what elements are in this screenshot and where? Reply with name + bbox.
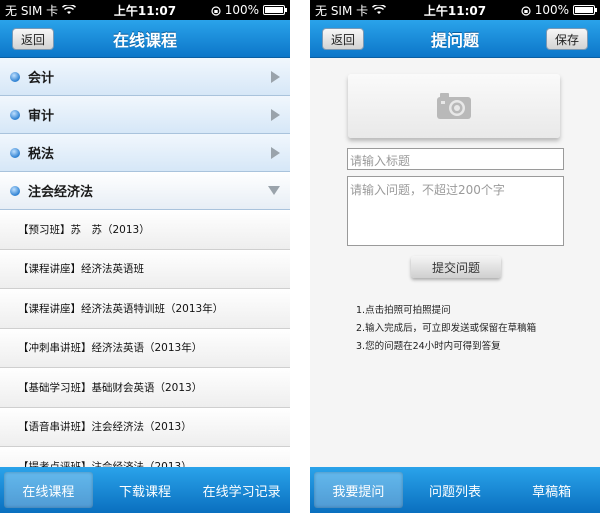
course-item[interactable]: 【语音串讲班】注会经济法（2013） bbox=[0, 407, 290, 447]
battery-percent: 100% bbox=[224, 3, 259, 17]
tip-line: 3.您的问题在24小时内可得到答复 bbox=[356, 341, 501, 352]
course-item[interactable]: 【课程讲座】经济法英语特训班（2013年） bbox=[0, 289, 290, 329]
chevron-down-icon bbox=[268, 186, 280, 195]
save-button[interactable]: 保存 bbox=[545, 28, 588, 50]
bullet-icon bbox=[10, 109, 20, 120]
carrier-label: 无 SIM 卡 bbox=[5, 3, 59, 18]
tab-study-records[interactable]: 在线学习记录 bbox=[197, 472, 286, 508]
category-label: 注会经济法 bbox=[28, 185, 94, 200]
back-button[interactable]: 返回 bbox=[322, 28, 365, 50]
camera-icon bbox=[436, 92, 472, 120]
course-item[interactable]: 【冲刺串讲班】经济法英语（2013年） bbox=[0, 328, 290, 368]
back-button[interactable]: 返回 bbox=[12, 28, 55, 50]
tip-line: 2.输入完成后，可立即发送或保留在草稿箱 bbox=[356, 323, 537, 334]
title-input[interactable]: 请输入标题 bbox=[347, 148, 564, 170]
ask-question-screen: 无 SIM 卡 上午11:07 100% 返回 提问题 保存 请输入标题 请输入… bbox=[310, 0, 600, 513]
chevron-right-icon bbox=[271, 108, 280, 121]
tab-ask-question[interactable]: 我要提问 bbox=[314, 472, 403, 508]
chevron-right-icon bbox=[271, 146, 280, 159]
tab-download-courses[interactable]: 下载课程 bbox=[101, 472, 190, 508]
take-photo-button[interactable] bbox=[348, 74, 560, 138]
course-list: 会计 审计 税法 注会经济法 【预习班】苏 苏（2013） 【课程讲座】经济法英… bbox=[0, 58, 290, 487]
navigation-bar: 返回 在线课程 bbox=[0, 20, 290, 58]
tab-online-courses[interactable]: 在线课程 bbox=[4, 472, 93, 508]
status-bar: 无 SIM 卡 上午11:07 100% bbox=[0, 0, 290, 20]
bullet-icon bbox=[10, 71, 20, 82]
battery-percent: 100% bbox=[534, 3, 569, 17]
wifi-icon bbox=[372, 5, 387, 15]
status-bar: 无 SIM 卡 上午11:07 100% bbox=[310, 0, 600, 20]
category-label: 审计 bbox=[28, 109, 55, 124]
wifi-icon bbox=[62, 5, 77, 15]
bullet-icon bbox=[10, 185, 20, 196]
orientation-lock-icon bbox=[211, 5, 221, 16]
tab-drafts[interactable]: 草稿箱 bbox=[507, 472, 596, 508]
carrier-label: 无 SIM 卡 bbox=[315, 3, 369, 18]
category-label: 税法 bbox=[28, 147, 55, 162]
course-item[interactable]: 【预习班】苏 苏（2013） bbox=[0, 210, 290, 250]
tip-line: 1.点击拍照可拍照提问 bbox=[356, 305, 451, 316]
course-item[interactable]: 【基础学习班】基础财会英语（2013） bbox=[0, 368, 290, 408]
instructions: 1.点击拍照可拍照提问 2.输入完成后，可立即发送或保留在草稿箱 3.您的问题在… bbox=[356, 302, 536, 356]
question-textarea[interactable]: 请输入问题，不超过200个字 bbox=[347, 176, 564, 246]
tab-bar: 在线课程 下载课程 在线学习记录 bbox=[0, 467, 290, 513]
tab-question-list[interactable]: 问题列表 bbox=[411, 472, 500, 508]
category-zhuhui-jingjifa[interactable]: 注会经济法 bbox=[0, 172, 290, 210]
category-shuifa[interactable]: 税法 bbox=[0, 134, 290, 172]
online-courses-screen: 无 SIM 卡 上午11:07 100% 返回 在线课程 会计 审计 税法 注会… bbox=[0, 0, 290, 513]
course-item[interactable]: 【课程讲座】经济法英语班 bbox=[0, 249, 290, 289]
orientation-lock-icon bbox=[521, 5, 531, 16]
page-title: 在线课程 bbox=[112, 30, 177, 50]
page-title: 提问题 bbox=[430, 30, 479, 50]
chevron-right-icon bbox=[271, 70, 280, 83]
category-label: 会计 bbox=[28, 71, 55, 86]
category-shenji[interactable]: 审计 bbox=[0, 96, 290, 134]
submit-question-button[interactable]: 提交问题 bbox=[411, 256, 501, 278]
battery-icon bbox=[263, 5, 287, 15]
navigation-bar: 返回 提问题 保存 bbox=[310, 20, 600, 58]
tab-bar: 我要提问 问题列表 草稿箱 bbox=[310, 467, 600, 513]
battery-icon bbox=[573, 5, 597, 15]
bullet-icon bbox=[10, 147, 20, 158]
category-kuaiji[interactable]: 会计 bbox=[0, 58, 290, 96]
